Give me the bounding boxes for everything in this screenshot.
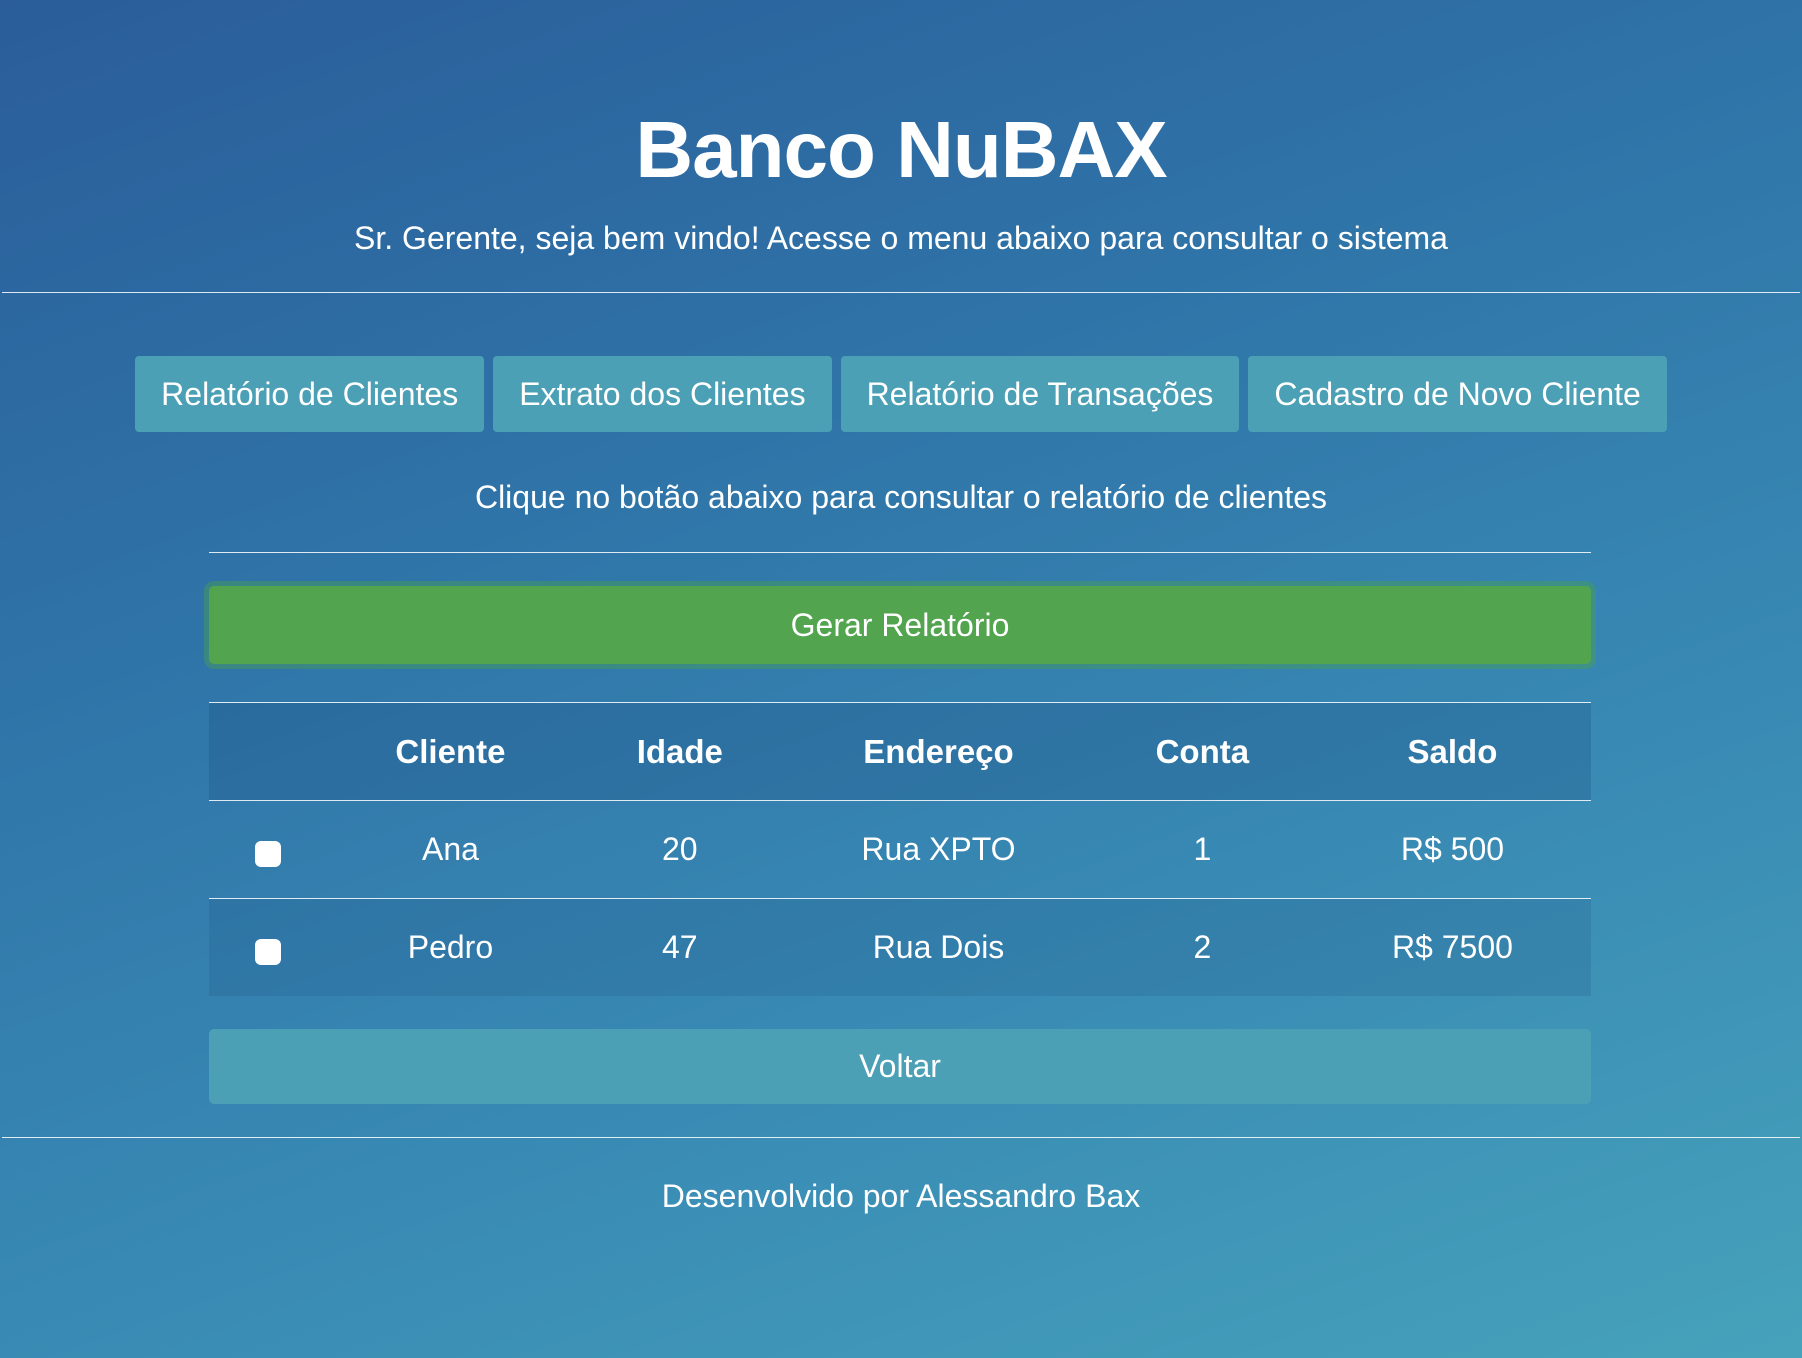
column-header-saldo: Saldo xyxy=(1313,703,1591,801)
cell-cliente: Pedro xyxy=(407,929,494,965)
clients-table: Cliente Idade Endereço Conta Saldo Ana 2… xyxy=(209,703,1591,996)
generate-report-button[interactable]: Gerar Relatório xyxy=(209,586,1591,664)
column-header-endereco: Endereço xyxy=(786,703,1091,801)
menu-relatorio-transacoes-button[interactable]: Relatório de Transações xyxy=(840,356,1240,432)
table-row: Ana 20 Rua XPTO 1 R$ 500 xyxy=(209,800,1591,899)
cell-endereco: Rua Dois xyxy=(872,929,1005,965)
header-divider xyxy=(2,292,1800,293)
back-button[interactable]: Voltar xyxy=(209,1029,1591,1104)
column-header-idade: Idade xyxy=(573,703,787,801)
instruction-text: Clique no botão abaixo para consultar o … xyxy=(474,479,1328,515)
footer-divider xyxy=(2,1137,1800,1138)
page-title: Banco NuBAX xyxy=(635,105,1167,194)
cell-endereco: Rua XPTO xyxy=(786,800,1091,899)
row-select-cell xyxy=(209,800,328,899)
main-menu: Relatório de Clientes Extrato dos Client… xyxy=(0,356,1802,432)
row-checkbox[interactable] xyxy=(255,938,282,965)
menu-extrato-clientes-button[interactable]: Extrato dos Clientes xyxy=(493,356,832,432)
welcome-subtitle: Sr. Gerente, seja bem vindo! Acesse o me… xyxy=(354,220,1448,256)
cell-conta: 2 xyxy=(1193,929,1212,965)
column-header-select xyxy=(209,703,328,801)
cell-idade: 47 xyxy=(662,929,698,965)
cell-idade: 20 xyxy=(573,800,787,899)
cell-saldo: R$ 7500 xyxy=(1391,929,1513,965)
cell-conta: 1 xyxy=(1090,800,1314,899)
column-header-conta: Conta xyxy=(1090,703,1314,801)
cell-saldo: R$ 500 xyxy=(1313,800,1591,899)
footer-credit: Desenvolvido por Alessandro Bax xyxy=(661,1178,1141,1214)
cell-cliente: Ana xyxy=(327,800,574,899)
row-checkbox[interactable] xyxy=(255,840,282,867)
table-row: Pedro 47 Rua Dois 2 R$ 7500 xyxy=(209,898,1591,997)
column-header-cliente: Cliente xyxy=(327,703,574,801)
menu-relatorio-clientes-button[interactable]: Relatório de Clientes xyxy=(135,356,485,432)
content-divider xyxy=(209,552,1591,553)
table-header-row: Cliente Idade Endereço Conta Saldo xyxy=(209,703,1591,801)
row-select-cell xyxy=(209,899,327,997)
menu-cadastro-cliente-button[interactable]: Cadastro de Novo Cliente xyxy=(1248,356,1667,432)
